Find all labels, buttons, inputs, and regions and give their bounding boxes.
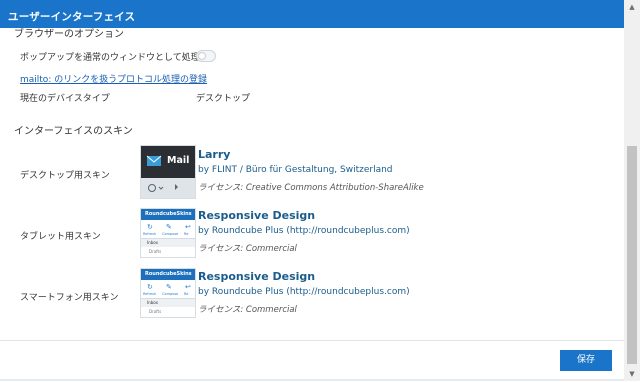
toggle-knob <box>198 52 206 60</box>
preview-inbox-label: Inbox <box>147 240 158 245</box>
skin-author-larry: by FLINT / Büro für Gestaltung, Switzerl… <box>198 165 393 175</box>
scroll-down-arrow-icon[interactable]: ▼ <box>624 367 640 381</box>
preview-compose-label: Compose <box>162 232 179 236</box>
vertical-scrollbar[interactable]: ▲ ▼ <box>624 0 640 381</box>
preview-drafts-label: Drafts <box>149 249 162 254</box>
preview-reply-label: Re <box>184 232 189 236</box>
refresh-icon: ↻ <box>147 223 153 231</box>
preview-refresh-label: Refresh <box>143 232 157 236</box>
section-heading-skins: インターフェイスのスキン <box>14 126 133 137</box>
dialog-title: ユーザーインターフェイス <box>8 11 136 23</box>
settings-panel: ブラウザーのオプション ポップアップを通常のウィンドウとして処理 mailto:… <box>0 28 624 340</box>
device-type-label: 現在のデバイスタイプ <box>20 94 110 104</box>
reply-icon: ↩ <box>185 223 191 231</box>
preview-brand: RoundcubeSkins <box>145 211 192 217</box>
popup-toggle[interactable] <box>196 50 216 62</box>
mailto-register-link[interactable]: mailto: のリンクを扱うプロトコル処理の登録 <box>20 72 207 85</box>
skin-thumbnail-responsive-phone[interactable]: RoundcubeSkins ↻ ✎ ↩ Refresh Compose Re … <box>140 268 196 318</box>
popup-option-label: ポップアップを通常のウィンドウとして処理 <box>20 53 200 63</box>
skin-name-responsive-tablet[interactable]: Responsive Design <box>198 209 315 222</box>
dialog-titlebar: ユーザーインターフェイス <box>0 0 624 28</box>
preview-reply-label: Re <box>184 292 189 296</box>
skin-thumbnail-larry[interactable]: Mail <box>140 145 196 199</box>
skin-license-larry: ライセンス: Creative Commons Attribution-Shar… <box>198 183 424 193</box>
skin-name-larry[interactable]: Larry <box>198 148 230 161</box>
skin-author-responsive-phone: by Roundcube Plus (http://roundcubeplus.… <box>198 287 410 297</box>
larry-skin-preview <box>141 146 195 198</box>
scrollbar-thumb[interactable] <box>627 146 637 364</box>
dialog-footer: 保存 <box>0 340 624 382</box>
preview-drafts-label: Drafts <box>149 309 162 314</box>
scroll-up-arrow-icon[interactable]: ▲ <box>624 0 640 14</box>
section-heading-browser-options: ブラウザーのオプション <box>14 29 124 40</box>
tablet-skin-label: タブレット用スキン <box>20 232 101 242</box>
desktop-skin-label: デスクトップ用スキン <box>20 171 110 181</box>
compose-icon: ✎ <box>166 223 172 231</box>
save-button[interactable]: 保存 <box>560 350 612 371</box>
smartphone-skin-label: スマートフォン用スキン <box>20 293 119 303</box>
skin-license-responsive-tablet: ライセンス: Commercial <box>198 244 297 254</box>
refresh-icon: ↻ <box>147 283 153 291</box>
skin-license-responsive-phone: ライセンス: Commercial <box>198 305 297 315</box>
device-type-value: デスクトップ <box>196 94 251 104</box>
preview-compose-label: Compose <box>162 292 179 296</box>
larry-preview-title: Mail <box>167 155 190 166</box>
skin-author-responsive-tablet: by Roundcube Plus (http://roundcubeplus.… <box>198 226 410 236</box>
preview-refresh-label: Refresh <box>143 292 157 296</box>
compose-icon: ✎ <box>166 283 172 291</box>
preview-inbox-label: Inbox <box>147 300 158 305</box>
preview-brand: RoundcubeSkins <box>145 271 192 277</box>
reply-icon: ↩ <box>185 283 191 291</box>
skin-name-responsive-phone[interactable]: Responsive Design <box>198 270 315 283</box>
skin-thumbnail-responsive-tablet[interactable]: RoundcubeSkins ↻ ✎ ↩ Refresh Compose Re … <box>140 208 196 258</box>
